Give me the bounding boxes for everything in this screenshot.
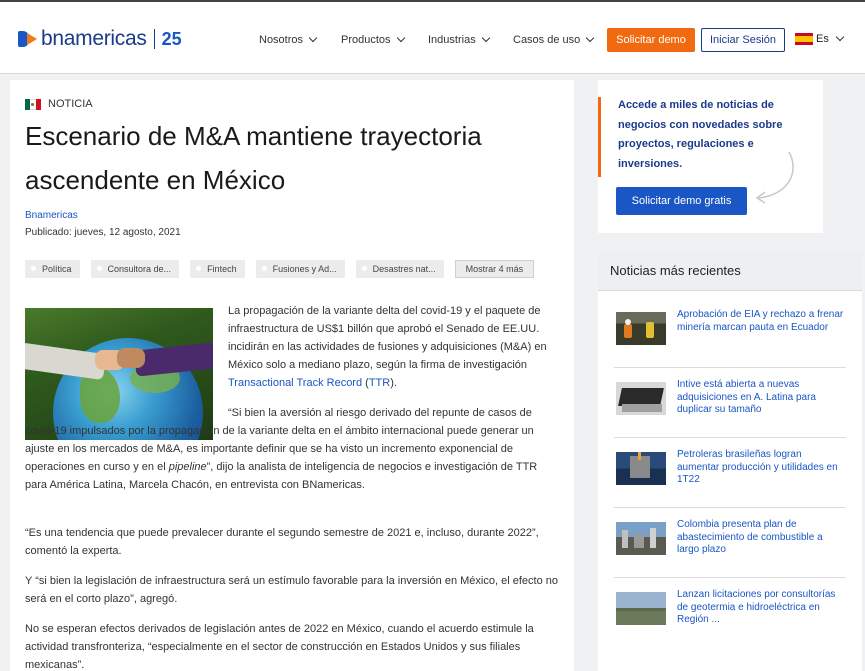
news-title: Intive está abierta a nuevas adquisicion… [677,379,816,415]
article-title: Escenario de M&A mantiene trayectoria as… [25,121,482,195]
news-thumbnail [616,382,666,415]
tag-politica[interactable]: Política [25,260,80,278]
logo-icon [18,31,38,47]
nav-label: Casos de uso [513,34,581,46]
language-selector[interactable]: Es [795,32,845,45]
nav-label: Nosotros [259,34,304,46]
news-thumbnail [616,312,666,345]
news-item[interactable]: Petroleras brasileñas logran aumentar pr… [614,449,846,499]
chevron-down-icon [481,33,490,43]
request-demo-button[interactable]: Solicitar demo [607,28,695,52]
news-title: Lanzan licitaciones por consultorías de … [677,589,836,625]
promo-accent-bar [598,97,601,177]
article-author-link[interactable]: Bnamericas [25,210,78,221]
news-item[interactable]: Colombia presenta plan de abastecimiento… [614,519,846,569]
chevron-down-icon [586,33,595,43]
paragraph-3: “Es una tendencia que puede prevalecer d… [25,527,539,557]
paragraph-4: Y “si bien la legislación de infraestruc… [25,575,558,605]
logo-anniversary: 25 [161,28,182,49]
article-publish-date: Publicado: jueves, 12 agosto, 2021 [25,227,181,238]
curved-arrow-icon [755,151,794,204]
article-kicker: NOTICIA [25,98,93,110]
logo[interactable]: bnamericas 25 [18,27,182,51]
language-label: Es [816,33,829,45]
tag-list: Política Consultora de... Fintech Fusion… [25,260,535,278]
divider [614,507,846,508]
divider [614,367,846,368]
tag-fintech[interactable]: Fintech [190,260,245,278]
logo-divider [153,29,155,49]
chevron-down-icon [396,33,405,43]
nav-label: Industrias [428,34,476,46]
site-header: bnamericas 25 Nosotros Productos Industr… [0,0,865,74]
nav-label: Productos [341,34,391,46]
divider [614,577,846,578]
chevron-down-icon [835,32,845,42]
nav-item-industrias[interactable]: Industrias [428,33,490,46]
divider [614,437,846,438]
news-title: Petroleras brasileñas logran aumentar pr… [677,449,838,485]
paragraph-5: No se esperan efectos derivados de legis… [25,623,534,671]
news-thumbnail [616,592,666,625]
spain-flag-icon [795,33,813,45]
tag-fusiones[interactable]: Fusiones y Ad... [255,260,345,278]
tag-consultora[interactable]: Consultora de... [90,260,180,278]
login-button[interactable]: Iniciar Sesión [701,28,785,52]
mexico-flag-icon [25,98,41,110]
latest-news-heading: Noticias más recientes [598,251,862,291]
logo-text: bnamericas [41,27,147,50]
kicker-label: NOTICIA [48,98,93,110]
news-thumbnail [616,452,666,485]
news-item[interactable]: Intive está abierta a nuevas adquisicion… [614,379,846,429]
chevron-down-icon [308,33,318,43]
news-item[interactable]: Aprobación de EIA y rechazo a frenar min… [614,309,846,359]
show-more-tags-button[interactable]: Mostrar 4 más [454,260,535,278]
news-title: Aprobación de EIA y rechazo a frenar min… [677,309,844,333]
demo-promo-box: Accede a miles de noticias de negocios c… [598,80,823,233]
news-thumbnail [616,522,666,555]
paragraph-1: La propagación de la variante delta del … [228,305,547,389]
article-card: NOTICIA Escenario de M&A mantiene trayec… [10,80,574,671]
news-item[interactable]: Lanzan licitaciones por consultorías de … [614,589,846,639]
news-title: Colombia presenta plan de abastecimiento… [677,519,823,555]
paragraph-2: “Si bien la aversión al riesgo derivado … [25,407,538,491]
tag-desastres[interactable]: Desastres nat... [355,260,444,278]
latest-news-panel: Noticias más recientes Aprobación de EIA… [598,251,862,671]
nav-item-nosotros[interactable]: Nosotros [259,33,318,46]
ttr-abbrev-link[interactable]: TTR [369,377,390,389]
nav-item-casos-de-uso[interactable]: Casos de uso [513,33,595,46]
free-demo-button[interactable]: Solicitar demo gratis [616,187,747,215]
nav-item-productos[interactable]: Productos [341,33,405,46]
ttr-link[interactable]: Transactional Track Record [228,377,362,389]
